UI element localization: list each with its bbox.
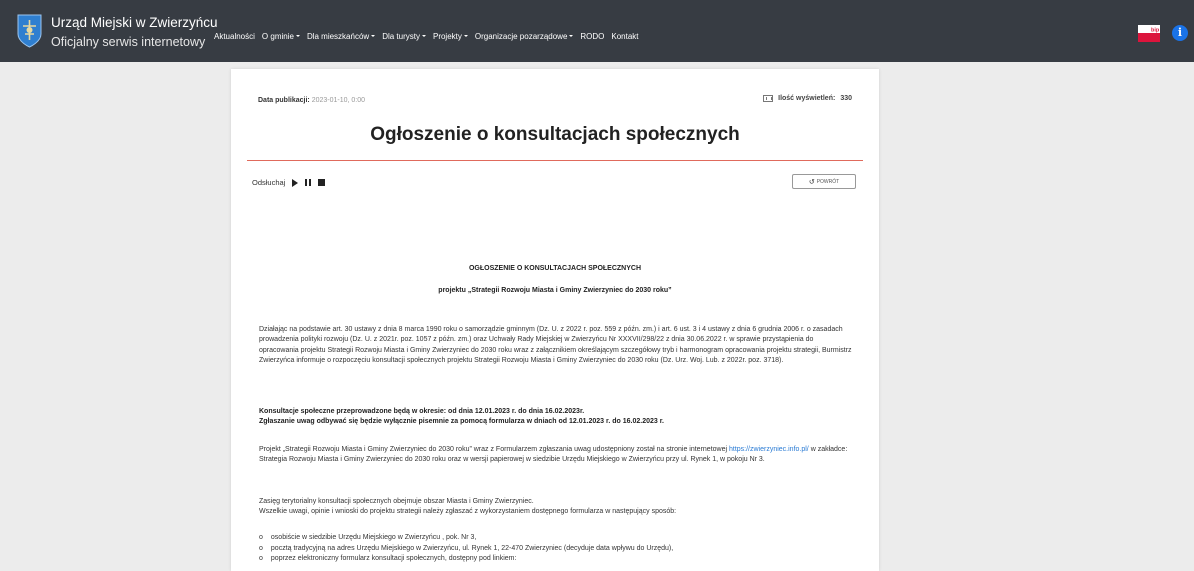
bip-flag-icon[interactable]: bip	[1138, 25, 1160, 42]
bullet-marker: o	[259, 544, 263, 552]
list-item-text: pocztą tradycyjną na adres Urzędu Miejsk…	[270, 544, 674, 552]
play-icon[interactable]	[292, 178, 299, 187]
document-subheading: projektu „Strategii Rozwoju Miasta i Gmi…	[438, 287, 672, 294]
submission-methods-list: o osobiście w siedzibie Urzędu Miejskiego…	[259, 533, 855, 565]
date-value: 2023-01-10, 0:00	[311, 97, 366, 104]
menu-label: Dla turysty	[382, 31, 420, 41]
listen-label: Odsłuchaj	[252, 178, 286, 187]
caret-down-icon	[421, 35, 426, 37]
pause-icon[interactable]	[305, 179, 312, 186]
menu-label: Organizacje pozarządowe	[474, 31, 568, 41]
submission-dates: Zgłaszanie uwag odbywać się będzie wyłąc…	[259, 418, 664, 426]
menu-item-o-gminie[interactable]: O gminie	[262, 32, 300, 41]
back-label: POWRÓT	[816, 178, 840, 185]
menu-item-organizacje[interactable]: Organizacje pozarządowe	[475, 32, 574, 41]
caret-down-icon	[569, 35, 574, 37]
menu-label: RODO	[580, 31, 605, 41]
paragraph-scope: Zasięg terytorialny konsultacji społeczn…	[259, 497, 855, 518]
list-item: o osobiście w siedzibie Urzędu Miejskiego…	[259, 533, 855, 544]
views-value: 330	[840, 95, 852, 102]
site-title[interactable]: Urząd Miejski w Zwierzyńcu	[51, 14, 218, 31]
menu-item-rodo[interactable]: RODO	[580, 32, 604, 41]
list-item: o pocztą tradycyjną na adres Urzędu Miejs…	[259, 544, 855, 555]
consultation-dates: Konsultacje społeczne przeprowadzone będ…	[259, 408, 585, 415]
menu-label: O gminie	[261, 31, 294, 41]
document-heading: OGŁOSZENIE O KONSULTACJACH SPOŁECZNYCH	[468, 265, 642, 272]
undo-arrow-icon: ↺	[808, 178, 815, 186]
bullet-marker: o	[259, 534, 263, 541]
territorial-scope: Zasięg terytorialny konsultacji społeczn…	[259, 498, 534, 505]
caret-down-icon	[463, 35, 468, 37]
menu-item-kontakt[interactable]: Kontakt	[611, 32, 638, 41]
coat-of-arms-icon[interactable]	[17, 14, 42, 48]
caret-down-icon	[295, 35, 300, 37]
paragraph-project-availability: Projekt „Strategii Rozwoju Miasta i Gmin…	[259, 445, 855, 466]
list-item: o poprzez elektroniczny formularz konsult…	[259, 554, 855, 565]
date-label: Data publikacji:	[258, 97, 310, 104]
submission-methods-intro: Wszelkie uwagi, opinie i wnioski do proj…	[259, 508, 677, 516]
bip-label: bip	[1151, 28, 1160, 34]
article-card: Data publikacji: 2023-01-10, 0:00 Ilość …	[231, 69, 879, 571]
availability-text: Projekt „Strategii Rozwoju Miasta i Gmin…	[259, 446, 729, 453]
menu-item-aktualnosci[interactable]: Aktualności	[214, 32, 255, 41]
menu-item-dla-mieszkancow[interactable]: Dla mieszkańców	[306, 31, 376, 41]
menu-label: Kontakt	[611, 31, 639, 41]
site-subtitle[interactable]: Oficjalny serwis internetowy	[51, 34, 205, 50]
paragraph-legal-basis: Działając na podstawie art. 30 ustawy z …	[259, 326, 852, 365]
website-link[interactable]: https://zwierzyniec.info.pl/	[729, 446, 809, 453]
menu-label: Dla mieszkańców	[306, 31, 370, 41]
menu-item-dla-turysty[interactable]: Dla turysty	[382, 32, 426, 41]
audio-player: Odsłuchaj	[252, 178, 326, 187]
view-counter: Ilość wyświetleń: 330	[763, 95, 852, 102]
list-item-text: osobiście w siedzibie Urzędu Miejskiego …	[270, 534, 477, 541]
main-menu: Aktualności O gminie Dla mieszkańców Dla…	[214, 29, 639, 43]
publication-date: Data publikacji: 2023-01-10, 0:00	[258, 97, 365, 104]
info-icon[interactable]: i	[1172, 25, 1188, 41]
page-title: Ogłoszenie o konsultacjach społecznych	[370, 124, 740, 145]
menu-label: Aktualności	[214, 31, 255, 41]
list-item-text: poprzez elektroniczny formularz konsulta…	[270, 555, 517, 563]
paragraph-consultation-period: Konsultacje społeczne przeprowadzone będ…	[259, 407, 855, 428]
caret-down-icon	[371, 35, 376, 37]
views-label: Ilość wyświetleń:	[778, 95, 836, 102]
menu-item-projekty[interactable]: Projekty	[433, 32, 468, 41]
title-divider	[247, 160, 863, 161]
bullet-marker: o	[259, 555, 263, 563]
stop-icon[interactable]	[318, 179, 326, 186]
view-count-icon	[763, 95, 774, 102]
back-button[interactable]: ↺ POWRÓT	[792, 174, 856, 189]
menu-label: Projekty	[432, 31, 462, 41]
top-navigation-bar: Urząd Miejski w Zwierzyńcu Oficjalny ser…	[0, 0, 1194, 62]
